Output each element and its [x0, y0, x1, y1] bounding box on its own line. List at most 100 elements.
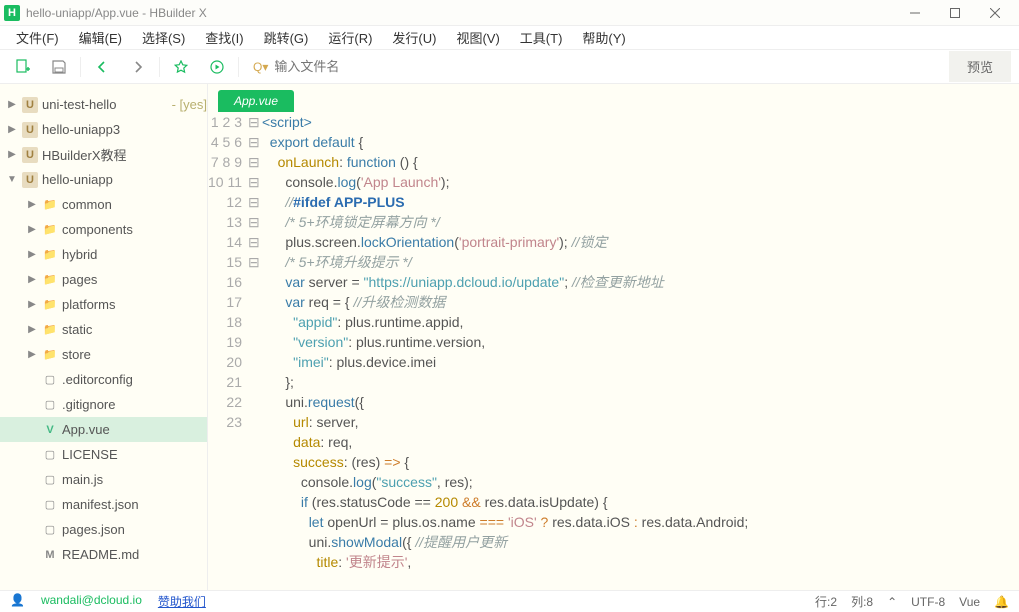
menu-item[interactable]: 帮助(Y) — [572, 25, 635, 50]
menu-item[interactable]: 编辑(E) — [69, 25, 132, 50]
code-content[interactable]: <script> export default { onLaunch: func… — [262, 112, 1019, 590]
tree-item[interactable]: ▢ manifest.json — [0, 492, 207, 517]
editor-tab[interactable]: App.vue — [218, 90, 294, 112]
tree-item-label: hybrid — [62, 247, 207, 262]
chevron-icon[interactable]: ▶ — [26, 199, 38, 210]
folder-icon: 📁 — [42, 322, 58, 338]
folder-icon: 📁 — [42, 197, 58, 213]
close-button[interactable] — [975, 1, 1015, 25]
tree-item-label: README.md — [62, 547, 207, 562]
tree-item[interactable]: V App.vue — [0, 417, 207, 442]
folder-icon: 📁 — [42, 247, 58, 263]
folder-icon: 📁 — [42, 297, 58, 313]
tree-item[interactable]: ▢LICENSE — [0, 442, 207, 467]
tree-item[interactable]: ▶ 📁 platforms — [0, 292, 207, 317]
star-icon[interactable] — [166, 53, 196, 81]
status-encoding[interactable]: UTF-8 — [911, 595, 945, 609]
tree-item[interactable]: ▼Uhello-uniapp — [0, 167, 207, 192]
tree-item-label: common — [62, 197, 207, 212]
save-icon[interactable] — [44, 53, 74, 81]
minimize-button[interactable] — [895, 1, 935, 25]
status-line: 行:2 — [815, 593, 837, 610]
tree-item-label: static — [62, 322, 207, 337]
file-icon: ▢ — [42, 497, 58, 513]
menu-item[interactable]: 运行(R) — [318, 25, 382, 50]
chevron-icon[interactable]: ▶ — [26, 299, 38, 310]
tree-item[interactable]: ▢.gitignore — [0, 392, 207, 417]
menu-item[interactable]: 查找(I) — [195, 25, 253, 50]
chevron-icon[interactable]: ▶ — [26, 274, 38, 285]
tree-item-label: manifest.json — [62, 497, 207, 512]
tree-item-label: store — [62, 347, 207, 362]
tree-item-label: main.js — [62, 472, 207, 487]
back-icon[interactable] — [87, 53, 117, 81]
search-input[interactable] — [274, 59, 935, 74]
chevron-icon[interactable]: ▶ — [26, 224, 38, 235]
chevron-icon[interactable]: ▶ — [6, 149, 18, 160]
tree-item-label: pages.json — [62, 522, 207, 537]
folder-icon: 📁 — [42, 347, 58, 363]
maximize-button[interactable] — [935, 1, 975, 25]
menu-item[interactable]: 选择(S) — [132, 25, 195, 50]
status-email[interactable]: wandali@dcloud.io — [41, 593, 142, 610]
menu-item[interactable]: 发行(U) — [382, 25, 446, 50]
tree-item-label: LICENSE — [62, 447, 207, 462]
tree-item[interactable]: ▶ 📁 static — [0, 317, 207, 342]
vue-icon: V — [42, 422, 58, 438]
chevron-icon[interactable]: ▶ — [6, 124, 18, 135]
chevron-icon[interactable]: ▶ — [26, 324, 38, 335]
tree-item[interactable]: ▶ UHBuilderX教程 — [0, 142, 207, 167]
status-language[interactable]: Vue — [959, 595, 980, 609]
proj-icon: U — [22, 147, 38, 163]
chevron-icon[interactable]: ▼ — [6, 174, 18, 185]
chevron-icon[interactable]: ▶ — [26, 349, 38, 360]
fold-column[interactable]: ⊟ ⊟ ⊟ ⊟ ⊟ ⊟ ⊟ ⊟ — [248, 112, 262, 590]
preview-button[interactable]: 预览 — [949, 51, 1011, 82]
proj-icon: U — [22, 122, 38, 138]
menu-item[interactable]: 工具(T) — [510, 25, 573, 50]
run-icon[interactable] — [202, 53, 232, 81]
menu-item[interactable]: 跳转(G) — [254, 25, 319, 50]
status-sponsor-link[interactable]: 赞助我们 — [158, 593, 206, 610]
tree-item-label: HBuilderX教程 — [42, 145, 207, 164]
file-icon: ▢ — [42, 522, 58, 538]
new-file-icon[interactable] — [8, 53, 38, 81]
search-prefix[interactable]: Q▾ — [253, 60, 268, 74]
tree-item[interactable]: ▶Uhello-uniapp3 — [0, 117, 207, 142]
tree-item[interactable]: ▶ 📁 hybrid — [0, 242, 207, 267]
tree-item[interactable]: ▶Uuni-test-hello- [yes] — [0, 92, 207, 117]
code-editor[interactable]: 1 2 3 4 5 6 7 8 9 10 11 12 13 14 15 16 1… — [208, 112, 1019, 590]
file-icon: ▢ — [42, 397, 58, 413]
chevron-icon[interactable]: ▶ — [26, 249, 38, 260]
titlebar: H hello-uniapp/App.vue - HBuilder X — [0, 0, 1019, 26]
proj-icon: U — [22, 97, 38, 113]
tree-item[interactable]: ▶📁components — [0, 217, 207, 242]
app-icon: H — [4, 5, 20, 21]
tree-item-suffix: - [yes] — [172, 97, 207, 112]
menu-item[interactable]: 视图(V) — [446, 25, 509, 50]
tree-item[interactable]: ▢main.js — [0, 467, 207, 492]
folder-icon: 📁 — [42, 222, 58, 238]
tree-item[interactable]: ▶ 📁 store — [0, 342, 207, 367]
menu-item[interactable]: 文件(F) — [6, 25, 69, 50]
tab-bar: App.vue — [208, 84, 1019, 112]
status-col: 列:8 — [851, 593, 873, 610]
file-explorer[interactable]: ▶Uuni-test-hello- [yes]▶Uhello-uniapp3▶U… — [0, 84, 208, 590]
tree-item-label: .editorconfig — [62, 372, 207, 387]
folder-icon: 📁 — [42, 272, 58, 288]
tree-item[interactable]: ▢ pages.json — [0, 517, 207, 542]
status-caret-icon: ⌃ — [887, 595, 897, 609]
search-box[interactable]: Q▾ — [245, 59, 943, 74]
separator — [159, 57, 160, 77]
md-icon: M — [42, 547, 58, 563]
file-icon: ▢ — [42, 372, 58, 388]
chevron-icon[interactable]: ▶ — [6, 99, 18, 110]
tree-item[interactable]: ▢ .editorconfig — [0, 367, 207, 392]
tree-item[interactable]: ▶📁pages — [0, 267, 207, 292]
forward-icon[interactable] — [123, 53, 153, 81]
tree-item-label: platforms — [62, 297, 207, 312]
tree-item[interactable]: ▶ 📁 common — [0, 192, 207, 217]
tree-item-label: App.vue — [62, 422, 207, 437]
tree-item[interactable]: M README.md — [0, 542, 207, 567]
bell-icon[interactable]: 🔔 — [994, 595, 1009, 609]
